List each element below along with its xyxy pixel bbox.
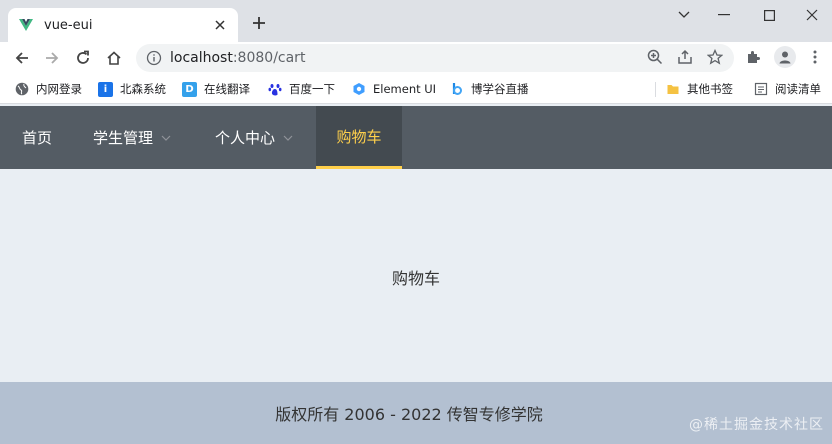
forward-icon[interactable] bbox=[40, 46, 64, 70]
browser-tab[interactable]: vue-eui bbox=[8, 8, 238, 42]
tab-title: vue-eui bbox=[44, 17, 93, 33]
reload-icon[interactable] bbox=[71, 46, 95, 70]
baidu-paw-icon bbox=[267, 82, 282, 97]
menu-kebab-icon[interactable] bbox=[806, 48, 824, 66]
beisen-icon: i bbox=[98, 81, 113, 97]
main-content: 购物车 bbox=[0, 169, 832, 382]
extensions-icon[interactable] bbox=[744, 48, 762, 66]
home-icon[interactable] bbox=[102, 46, 126, 70]
reading-list-icon bbox=[753, 82, 768, 97]
back-icon[interactable] bbox=[10, 46, 34, 70]
bookmark-item[interactable]: 百度一下 bbox=[267, 80, 335, 98]
tab-close-icon[interactable] bbox=[212, 17, 228, 33]
zoom-icon[interactable] bbox=[646, 48, 664, 66]
maximize-icon[interactable] bbox=[747, 0, 791, 30]
bookmark-label: 北森系统 bbox=[120, 82, 166, 96]
nav-item-profile[interactable]: 个人中心 bbox=[215, 106, 293, 169]
chevron-down-icon bbox=[161, 135, 171, 141]
watermark-text: @稀土掘金技术社区 bbox=[689, 417, 824, 433]
minimize-icon[interactable] bbox=[702, 0, 746, 30]
bookmarks-bar: 内网登录 i 北森系统 D 在线翻译 百度一下 Element UI 博学谷直播 其… bbox=[0, 74, 832, 104]
nav-item-home[interactable]: 首页 bbox=[22, 106, 52, 169]
nav-item-students[interactable]: 学生管理 bbox=[93, 106, 171, 169]
browser-toolbar: localhost:8080/cart bbox=[0, 42, 832, 74]
url-path: :8080/cart bbox=[232, 50, 306, 66]
bookmark-item[interactable]: i 北森系统 bbox=[98, 80, 166, 98]
bookmark-label: 阅读清单 bbox=[775, 82, 821, 96]
translate-icon: D bbox=[182, 81, 197, 97]
profile-avatar-icon[interactable] bbox=[774, 46, 796, 68]
footer-copyright: 版权所有 2006 - 2022 传智专修学院 bbox=[275, 405, 543, 424]
chevron-down-icon bbox=[283, 135, 293, 141]
nav-item-cart[interactable]: 购物车 bbox=[316, 106, 402, 169]
folder-icon bbox=[665, 82, 680, 97]
bookmark-item[interactable]: Element UI bbox=[351, 80, 436, 98]
url-text: localhost:8080/cart bbox=[170, 50, 305, 66]
browser-tab-strip: vue-eui bbox=[0, 0, 832, 42]
nav-item-label: 学生管理 bbox=[93, 129, 154, 147]
window-close-icon[interactable] bbox=[790, 0, 832, 30]
page-footer: 版权所有 2006 - 2022 传智专修学院 @稀土掘金技术社区 bbox=[0, 382, 832, 444]
nav-item-label: 个人中心 bbox=[215, 129, 276, 147]
bookmark-label: 百度一下 bbox=[289, 82, 335, 96]
bookmark-item[interactable]: 博学谷直播 bbox=[449, 80, 529, 98]
bookmark-star-icon[interactable] bbox=[706, 48, 724, 66]
boxuegu-icon bbox=[449, 82, 464, 97]
nav-item-label: 购物车 bbox=[336, 127, 382, 146]
bookmark-label: Element UI bbox=[373, 82, 437, 96]
bookmark-label: 内网登录 bbox=[36, 82, 82, 96]
other-bookmarks[interactable]: 其他书签 bbox=[665, 80, 733, 98]
app-nav-menu: 首页 学生管理 个人中心 购物车 bbox=[0, 106, 832, 169]
vue-logo-icon bbox=[18, 17, 34, 33]
nav-item-label: 首页 bbox=[22, 129, 53, 147]
bookmark-item[interactable]: 内网登录 bbox=[14, 80, 82, 98]
bookmark-label: 博学谷直播 bbox=[471, 82, 529, 96]
share-icon[interactable] bbox=[676, 48, 694, 66]
new-tab-icon[interactable] bbox=[248, 12, 270, 34]
bookmark-label: 其他书签 bbox=[687, 82, 733, 96]
bookmark-label: 在线翻译 bbox=[204, 82, 250, 96]
globe-icon bbox=[14, 82, 29, 97]
reading-list[interactable]: 阅读清单 bbox=[753, 80, 821, 98]
bookmarks-divider bbox=[655, 82, 656, 97]
main-content-text: 购物车 bbox=[391, 268, 440, 288]
url-host: localhost bbox=[170, 50, 233, 66]
element-icon bbox=[351, 82, 366, 97]
bookmark-item[interactable]: D 在线翻译 bbox=[182, 80, 250, 98]
site-info-icon[interactable] bbox=[146, 50, 162, 66]
address-bar[interactable]: localhost:8080/cart bbox=[136, 44, 734, 72]
tab-search-icon[interactable] bbox=[662, 0, 706, 30]
